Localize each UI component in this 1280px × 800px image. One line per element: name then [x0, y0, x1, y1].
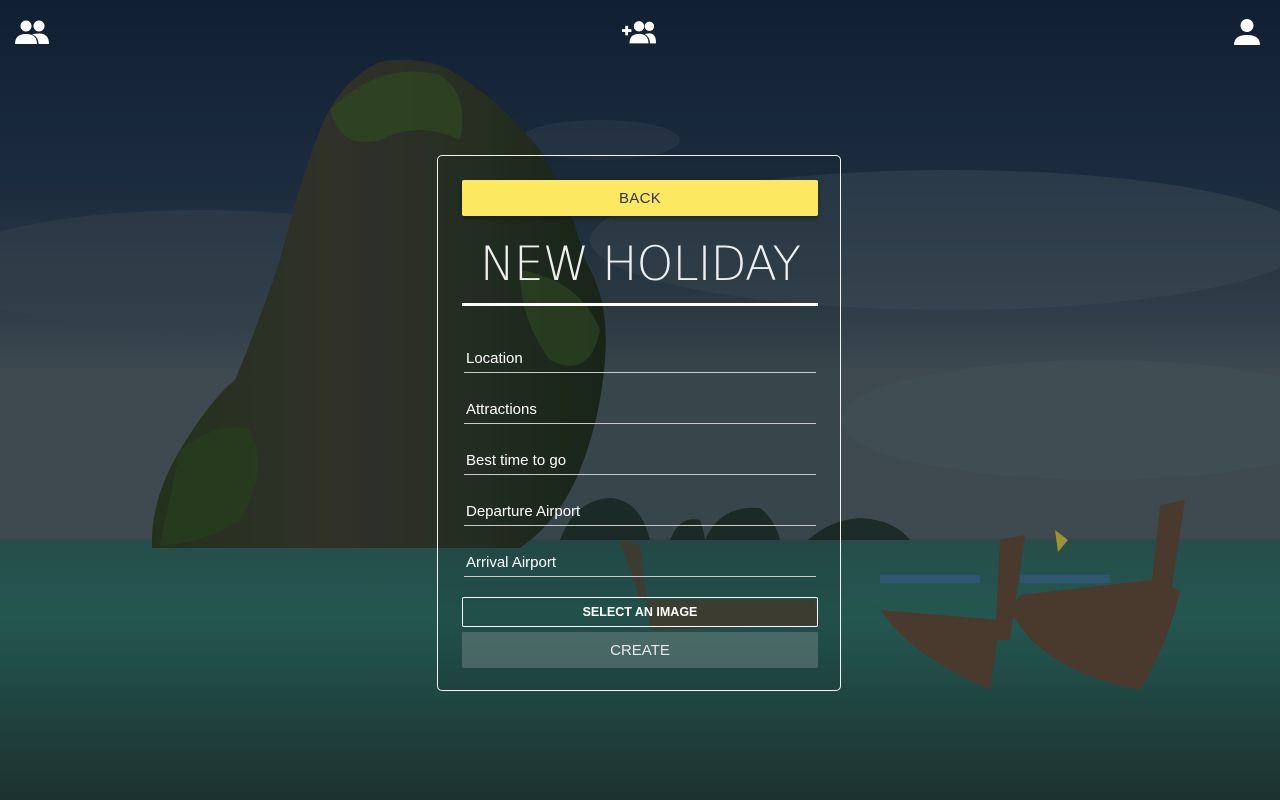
best-time-input[interactable] [464, 447, 816, 475]
person-icon[interactable] [1232, 18, 1262, 46]
select-image-button[interactable]: SELECT AN IMAGE [462, 597, 818, 627]
departure-airport-field [464, 498, 816, 526]
create-button[interactable]: CREATE [462, 632, 818, 668]
back-button[interactable]: BACK [462, 180, 818, 216]
top-navigation-bar [0, 0, 1280, 64]
group-add-icon[interactable] [621, 18, 657, 46]
arrival-airport-input[interactable] [464, 549, 816, 577]
new-holiday-card: BACK NEW HOLIDAY SELECT AN IMAGE CREATE [437, 155, 841, 691]
attractions-input[interactable] [464, 396, 816, 424]
title-divider [462, 303, 818, 306]
departure-airport-input[interactable] [464, 498, 816, 526]
arrival-airport-field [464, 549, 816, 577]
best-time-field [464, 447, 816, 475]
page-title: NEW HOLIDAY [479, 237, 801, 292]
location-field [464, 345, 816, 373]
location-input[interactable] [464, 345, 816, 373]
attractions-field [464, 396, 816, 424]
group-icon[interactable] [14, 18, 50, 46]
